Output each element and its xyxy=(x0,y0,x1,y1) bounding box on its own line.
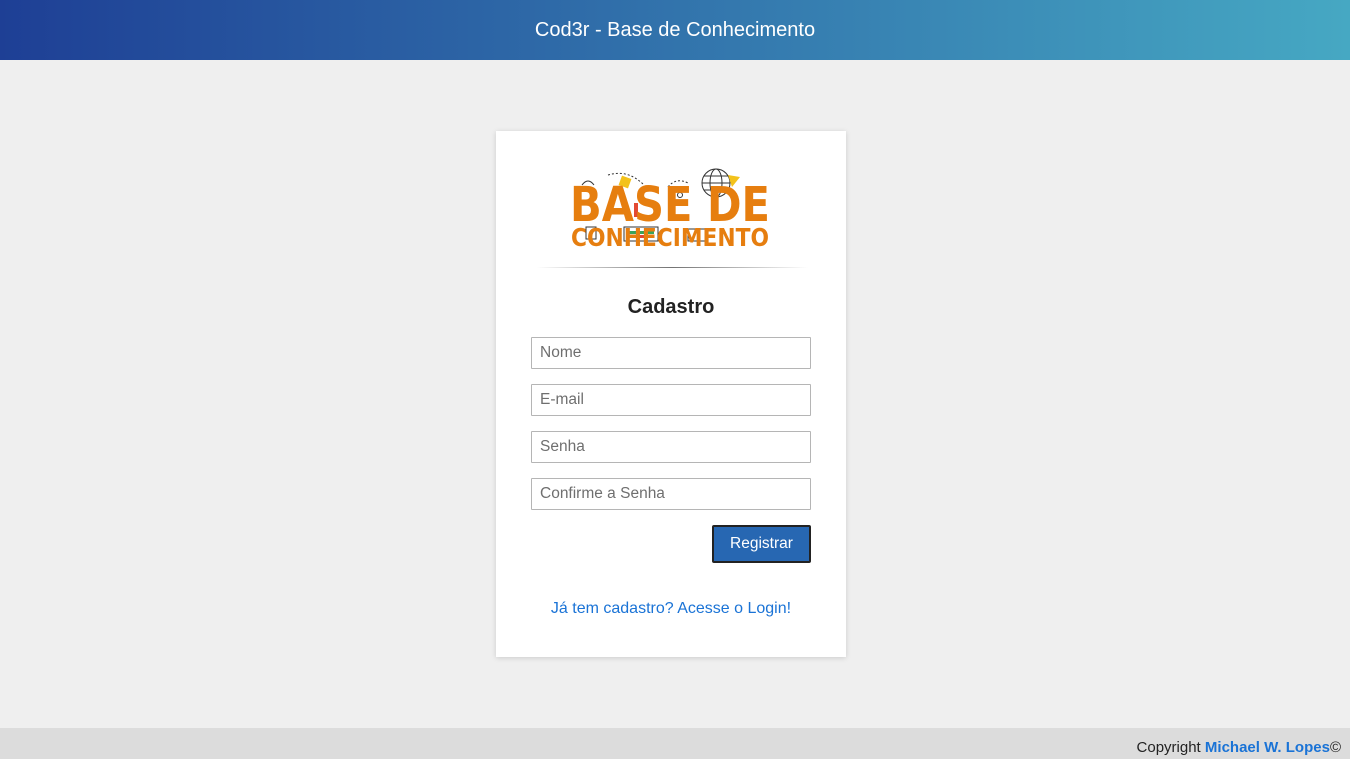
logo-line2: CONHECIMENTO xyxy=(571,223,769,247)
app-header: Cod3r - Base de Conhecimento xyxy=(0,0,1350,60)
base-de-conhecimento-logo: BASE DE CONHECIMENTO xyxy=(570,168,770,247)
copyright: Copyright Michael W. Lopes© xyxy=(1137,739,1341,756)
register-button[interactable]: Registrar xyxy=(712,525,811,563)
email-input[interactable] xyxy=(531,384,811,416)
copyright-symbol: © xyxy=(1329,739,1341,756)
footer: Copyright Michael W. Lopes© xyxy=(0,728,1350,759)
app-title-link[interactable]: Cod3r - Base de Conhecimento xyxy=(535,19,815,42)
copyright-prefix: Copyright xyxy=(1136,739,1201,756)
register-card: BASE DE CONHECIMENTO Cadastro Registrar … xyxy=(496,131,846,657)
form-title: Cadastro xyxy=(627,296,715,318)
name-input[interactable] xyxy=(531,337,811,369)
divider xyxy=(536,267,808,268)
author-link[interactable]: Michael W. Lopes xyxy=(1205,739,1330,756)
password-input[interactable] xyxy=(531,431,811,463)
confirm-password-input[interactable] xyxy=(531,478,811,510)
login-link[interactable]: Já tem cadastro? Acesse o Login! xyxy=(496,600,846,618)
